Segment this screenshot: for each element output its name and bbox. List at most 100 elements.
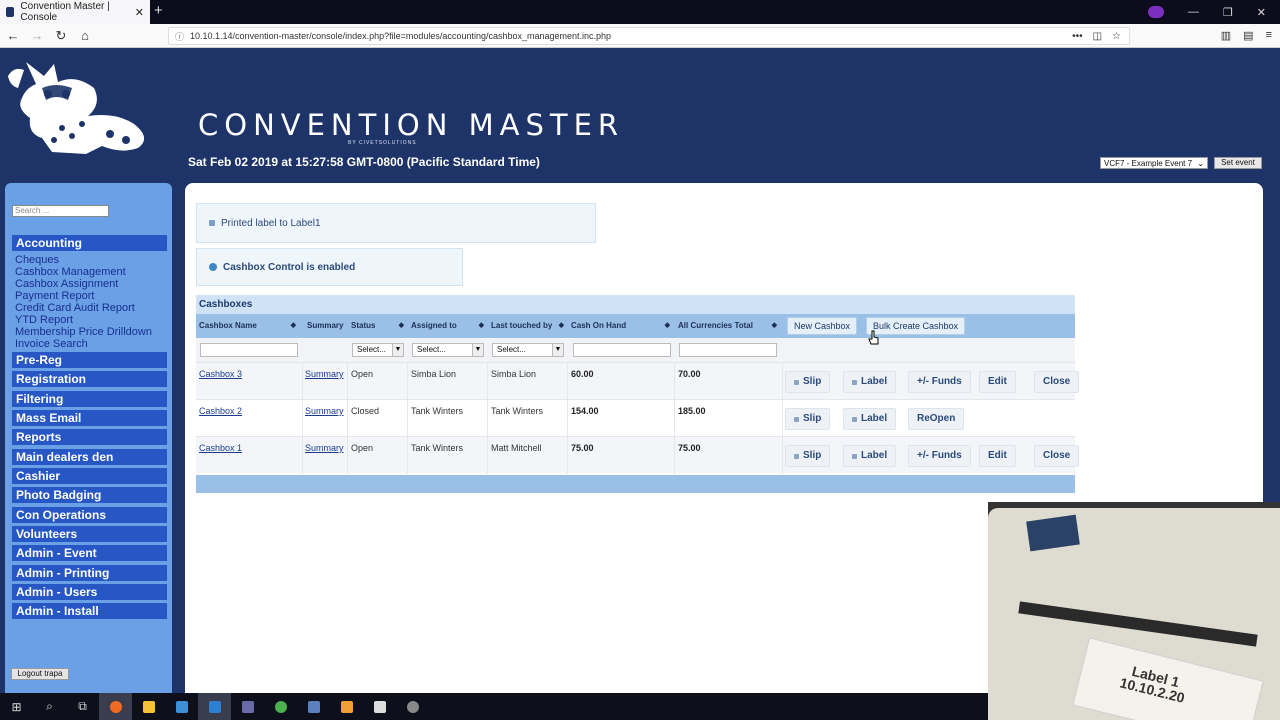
sidebar-search-input[interactable]: Search ... bbox=[12, 205, 109, 217]
filter-assigned-select[interactable]: Select... ▼ bbox=[412, 343, 484, 357]
app-icon[interactable] bbox=[297, 693, 330, 720]
header-datetime: Sat Feb 02 2019 at 15:27:58 GMT-0800 (Pa… bbox=[188, 155, 540, 169]
sidebar-section-admin-event[interactable]: Admin - Event bbox=[12, 545, 167, 561]
page-actions-icon[interactable]: ••• bbox=[1072, 31, 1083, 42]
set-event-button[interactable]: Set event bbox=[1214, 157, 1262, 169]
firefox-icon[interactable] bbox=[99, 693, 132, 720]
sidebar-link-credit-card-audit[interactable]: Credit Card Audit Report bbox=[15, 302, 135, 314]
sidebar-link-invoice-search[interactable]: Invoice Search bbox=[15, 338, 88, 350]
browser-tab[interactable]: Convention Master | Console ✕ bbox=[0, 0, 150, 24]
logout-button[interactable]: Logout trapa bbox=[11, 668, 69, 680]
app-icon[interactable] bbox=[396, 693, 429, 720]
sidebar-section-filtering[interactable]: Filtering bbox=[12, 391, 167, 407]
cashbox-name-link[interactable]: Cashbox 3 bbox=[199, 369, 242, 379]
reopen-button[interactable]: ReOpen bbox=[908, 408, 965, 430]
info-icon[interactable]: ⓘ bbox=[175, 30, 184, 43]
sidebar-toggle-icon[interactable]: ▤ bbox=[1243, 29, 1253, 42]
private-mask-icon bbox=[1147, 6, 1164, 18]
slip-button[interactable]: Slip bbox=[785, 408, 831, 430]
sidebar-section-con-operations[interactable]: Con Operations bbox=[12, 507, 167, 523]
close-cashbox-button[interactable]: Close bbox=[1034, 371, 1080, 393]
sidebar-link-payment-report[interactable]: Payment Report bbox=[15, 290, 94, 302]
summary-link[interactable]: Summary bbox=[305, 406, 344, 416]
sidebar-section-photo-badging[interactable]: Photo Badging bbox=[12, 487, 167, 503]
summary-link[interactable]: Summary bbox=[305, 369, 344, 379]
filter-cash-input[interactable] bbox=[573, 343, 671, 357]
filter-touched-select[interactable]: Select... ▼ bbox=[492, 343, 564, 357]
column-header-name[interactable]: Cashbox Name ◆ bbox=[196, 314, 300, 338]
slip-button[interactable]: Slip bbox=[785, 445, 831, 467]
bulk-create-cashbox-button[interactable]: Bulk Create Cashbox bbox=[866, 317, 966, 335]
sidebar-link-ytd-report[interactable]: YTD Report bbox=[15, 314, 73, 326]
column-header-total[interactable]: All Currencies Total ◆ bbox=[675, 314, 781, 338]
remote-desktop-icon[interactable] bbox=[198, 693, 231, 720]
event-select[interactable]: VCF7 - Example Event 7 ⌄ bbox=[1100, 157, 1208, 169]
filter-name-input[interactable] bbox=[200, 343, 298, 357]
url-bar[interactable]: ⓘ 10.10.1.14/convention-master/console/i… bbox=[168, 27, 1130, 45]
reload-icon[interactable]: ↻ bbox=[50, 28, 72, 44]
sidebar-link-cashbox-assignment[interactable]: Cashbox Assignment bbox=[15, 278, 118, 290]
chrome-icon[interactable] bbox=[264, 693, 297, 720]
sidebar-section-reports[interactable]: Reports bbox=[12, 429, 167, 445]
edit-button[interactable]: Edit bbox=[979, 371, 1016, 393]
sidebar-section-pre-reg[interactable]: Pre-Reg bbox=[12, 352, 167, 368]
cashbox-name-link[interactable]: Cashbox 2 bbox=[199, 406, 242, 416]
sidebar-section-admin-printing[interactable]: Admin - Printing bbox=[12, 565, 167, 581]
sidebar-section-admin-users[interactable]: Admin - Users bbox=[12, 584, 167, 600]
close-window-icon[interactable]: ✕ bbox=[1257, 6, 1266, 19]
sidebar-link-cashbox-management[interactable]: Cashbox Management bbox=[15, 266, 126, 278]
sidebar-link-cheques[interactable]: Cheques bbox=[15, 254, 59, 266]
home-icon[interactable]: ⌂ bbox=[74, 28, 96, 43]
column-header-assigned[interactable]: Assigned to ◆ bbox=[408, 314, 488, 338]
filter-status-select[interactable]: Select... ▼ bbox=[352, 343, 404, 357]
table-row: Cashbox 3 Summary Open Simba Lion Simba … bbox=[196, 362, 1080, 400]
label-button[interactable]: Label bbox=[843, 445, 897, 467]
menu-icon[interactable]: ≡ bbox=[1266, 29, 1272, 42]
close-tab-icon[interactable]: ✕ bbox=[135, 6, 144, 19]
funds-button[interactable]: +/- Funds bbox=[908, 371, 971, 393]
new-tab-icon[interactable]: + bbox=[154, 2, 163, 19]
cashbox-name-link[interactable]: Cashbox 1 bbox=[199, 443, 242, 453]
forward-icon[interactable]: → bbox=[26, 28, 48, 43]
slip-button[interactable]: Slip bbox=[785, 371, 831, 393]
file-explorer-icon[interactable] bbox=[132, 693, 165, 720]
column-header-status[interactable]: Status ◆ bbox=[348, 314, 408, 338]
new-cashbox-button[interactable]: New Cashbox bbox=[787, 317, 858, 335]
column-header-cash[interactable]: Cash On Hand ◆ bbox=[568, 314, 674, 338]
taskbar: ⊞ ⌕ ⧉ bbox=[0, 693, 988, 720]
funds-button[interactable]: +/- Funds bbox=[908, 445, 971, 467]
cash-cell: 75.00 bbox=[571, 443, 594, 453]
back-icon[interactable]: ← bbox=[2, 28, 24, 43]
label-button[interactable]: Label bbox=[843, 371, 897, 393]
sidebar-section-admin-install[interactable]: Admin - Install bbox=[12, 603, 167, 619]
browser-nav-bar: ← → ↻ ⌂ ⓘ 10.10.1.14/convention-master/c… bbox=[0, 24, 1280, 48]
sidebar-section-registration[interactable]: Registration bbox=[12, 371, 167, 387]
cash-cell: 154.00 bbox=[571, 406, 599, 416]
grid-footer bbox=[196, 475, 1075, 493]
library-icon[interactable]: ▥ bbox=[1221, 29, 1231, 42]
filter-total-input[interactable] bbox=[679, 343, 777, 357]
sidebar-section-accounting[interactable]: Accounting bbox=[12, 235, 167, 251]
column-header-touched[interactable]: Last touched by ◆ bbox=[488, 314, 568, 338]
sidebar-link-membership-drilldown[interactable]: Membership Price Drilldown bbox=[15, 326, 152, 338]
app-icon[interactable] bbox=[363, 693, 396, 720]
edit-button[interactable]: Edit bbox=[979, 445, 1016, 467]
sidebar-section-main-dealers-den[interactable]: Main dealers den bbox=[12, 449, 167, 465]
bookmark-star-icon[interactable]: ☆ bbox=[1112, 31, 1121, 42]
task-view-icon[interactable]: ⧉ bbox=[66, 693, 99, 720]
sidebar-section-volunteers[interactable]: Volunteers bbox=[12, 526, 167, 542]
restore-icon[interactable]: ❐ bbox=[1223, 6, 1233, 19]
app-icon[interactable] bbox=[165, 693, 198, 720]
close-cashbox-button[interactable]: Close bbox=[1034, 445, 1080, 467]
label-button[interactable]: Label bbox=[843, 408, 897, 430]
editor-icon[interactable] bbox=[231, 693, 264, 720]
app-icon[interactable] bbox=[330, 693, 363, 720]
sidebar-section-cashier[interactable]: Cashier bbox=[12, 468, 167, 484]
sidebar-section-mass-email[interactable]: Mass Email bbox=[12, 410, 167, 426]
minimize-icon[interactable]: — bbox=[1188, 6, 1199, 18]
sort-icon: ◆ bbox=[478, 322, 484, 329]
summary-link[interactable]: Summary bbox=[305, 443, 344, 453]
windows-start-icon[interactable]: ⊞ bbox=[0, 693, 33, 720]
pocket-icon[interactable]: ◫ bbox=[1093, 31, 1102, 42]
search-icon[interactable]: ⌕ bbox=[33, 693, 66, 720]
